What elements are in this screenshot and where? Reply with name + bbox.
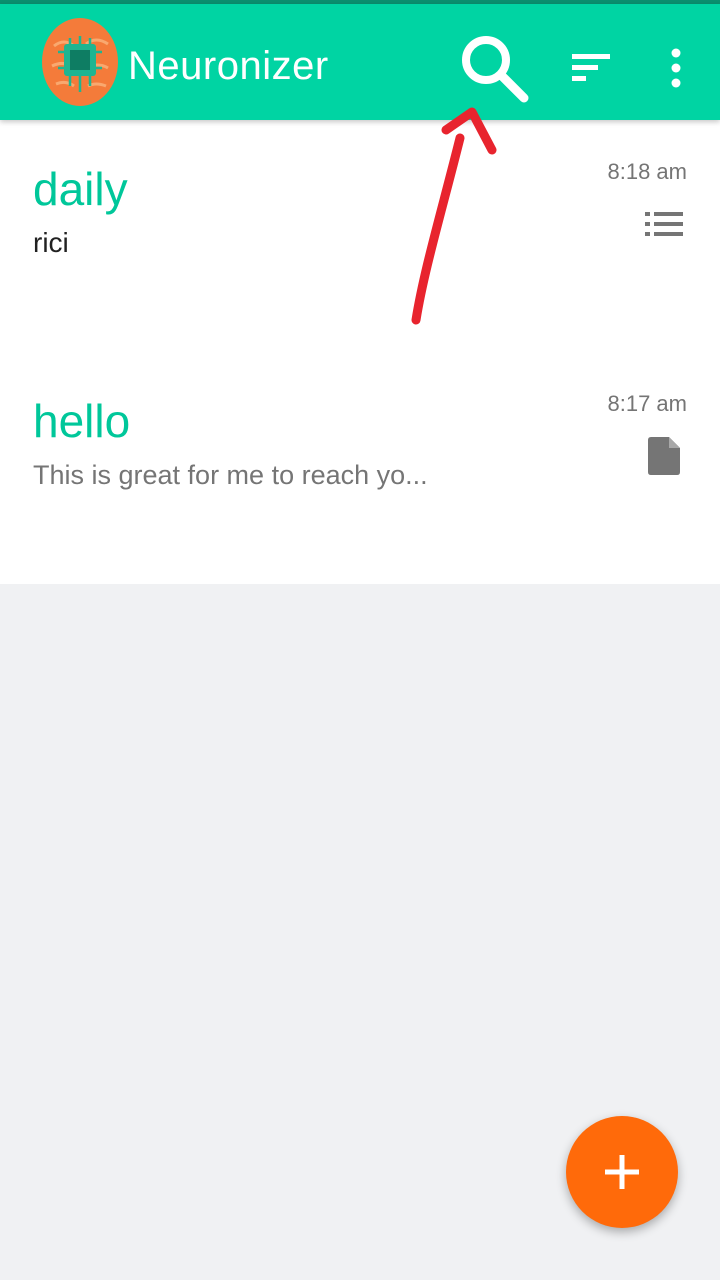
note-time: 8:18 am [607,159,688,184]
note-snippet: rici [33,227,69,258]
search-button[interactable] [446,20,542,116]
note-snippet: This is great for me to reach yo... [33,460,428,490]
note-list: daily rici 8:18 am hello This is great f… [0,120,720,584]
note-file-icon [644,436,684,476]
note-item-hello[interactable]: hello This is great for me to reach yo..… [0,352,720,584]
more-vert-icon [671,48,681,88]
more-options-button[interactable] [646,36,706,100]
sort-icon [572,54,610,81]
note-item-daily[interactable]: daily rici 8:18 am [0,120,720,352]
note-time: 8:17 am [607,391,688,416]
app-title: Neuronizer [128,44,329,88]
app-bar: Neuronizer [0,4,720,120]
plus-icon [605,1155,639,1189]
search-icon [462,36,529,103]
add-note-button[interactable] [566,1116,678,1228]
sort-button[interactable] [560,36,624,100]
brain-chip-icon [40,16,120,108]
note-title: daily [33,163,128,215]
note-title: hello [33,395,131,447]
checklist-icon [644,204,684,244]
